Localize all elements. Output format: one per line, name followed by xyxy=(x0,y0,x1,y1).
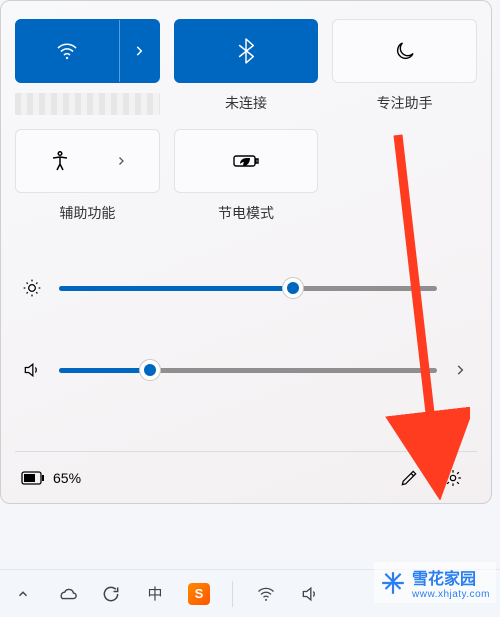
tray-overflow-button[interactable] xyxy=(12,583,34,605)
sogou-ime-icon[interactable]: S xyxy=(188,583,210,605)
focus-assist-tile[interactable] xyxy=(332,19,477,83)
wifi-expand-button[interactable] xyxy=(119,20,159,82)
bluetooth-icon xyxy=(235,37,257,65)
tray-volume-icon[interactable] xyxy=(299,583,321,605)
battery-saver-tile[interactable] xyxy=(174,129,319,193)
volume-output-button[interactable] xyxy=(453,363,471,377)
quick-settings-panel: 未连接 专注助手 xyxy=(0,0,492,504)
settings-button[interactable] xyxy=(435,460,471,496)
brightness-row xyxy=(21,269,471,307)
chevron-right-icon xyxy=(115,155,127,167)
watermark-title: 雪花家园 xyxy=(412,571,476,588)
battery-icon xyxy=(21,471,45,485)
ime-indicator[interactable]: 中 xyxy=(144,583,166,605)
tray-wifi-icon[interactable] xyxy=(255,583,277,605)
bluetooth-label: 未连接 xyxy=(225,93,267,113)
brightness-slider[interactable] xyxy=(59,286,437,291)
bluetooth-tile[interactable] xyxy=(174,19,319,83)
sliders-area xyxy=(15,269,477,433)
tile-grid: 未连接 专注助手 xyxy=(15,19,477,223)
volume-icon xyxy=(21,360,43,380)
battery-status[interactable]: 65% xyxy=(21,470,81,486)
accessibility-label: 辅助功能 xyxy=(59,203,115,223)
accessibility-icon xyxy=(48,149,72,173)
accessibility-tile[interactable] xyxy=(15,129,160,193)
snowflake-icon xyxy=(380,570,406,596)
update-icon[interactable] xyxy=(100,583,122,605)
wifi-label xyxy=(15,93,160,115)
wifi-tile[interactable] xyxy=(15,19,160,83)
brightness-icon xyxy=(21,278,43,298)
edit-button[interactable] xyxy=(391,460,427,496)
watermark-url: www.xhjaty.com xyxy=(412,589,490,600)
leaf-battery-icon xyxy=(233,150,259,172)
tray-divider xyxy=(232,581,233,607)
battery-percent: 65% xyxy=(53,470,81,486)
onedrive-icon[interactable] xyxy=(56,583,78,605)
bottom-bar: 65% xyxy=(15,451,477,503)
gear-icon xyxy=(443,468,463,488)
moon-icon xyxy=(393,39,417,63)
volume-slider[interactable] xyxy=(59,368,437,373)
focus-assist-label: 专注助手 xyxy=(377,93,433,113)
volume-row xyxy=(21,351,471,389)
wifi-icon xyxy=(16,20,119,82)
battery-saver-label: 节电模式 xyxy=(218,203,274,223)
watermark: 雪花家园 www.xhjaty.com xyxy=(374,562,496,603)
pencil-icon xyxy=(399,468,419,488)
